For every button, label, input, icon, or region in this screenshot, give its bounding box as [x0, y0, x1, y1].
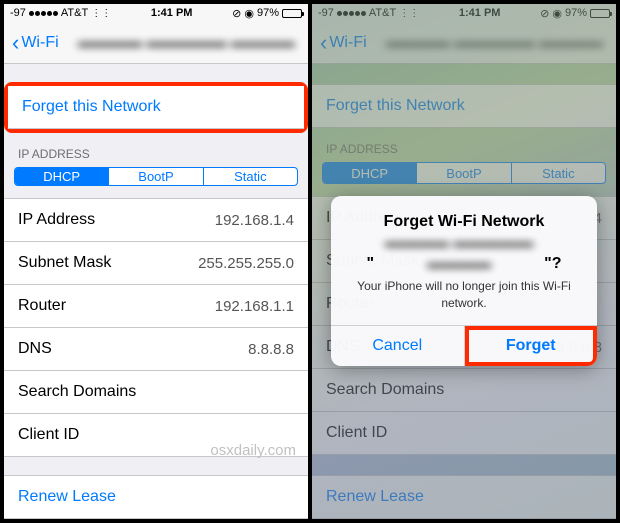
row-client-id[interactable]: Client ID — [312, 412, 616, 455]
phone-left: -97 AT&T ⋮⋮ 1:41 PM ⊘ ◉ 97% ‹ Wi-Fi ▬▬▬▬… — [4, 4, 308, 519]
battery-percent: 97% — [257, 7, 279, 19]
section-header-ip: IP ADDRESS — [312, 128, 616, 162]
row-subnet-mask: Subnet Mask 255.255.255.0 — [4, 242, 308, 285]
back-label: Wi-Fi — [329, 34, 366, 52]
phone-right: -97 AT&T ⋮⋮ 1:41 PM ⊘ ◉ 97% ‹ Wi-Fi ▬▬▬▬… — [312, 4, 616, 519]
row-search-domains[interactable]: Search Domains — [312, 369, 616, 412]
renew-lease-button[interactable]: Renew Lease — [4, 475, 308, 519]
chevron-left-icon: ‹ — [12, 32, 19, 54]
back-button[interactable]: ‹ Wi-Fi — [12, 32, 59, 54]
seg-dhcp[interactable]: DHCP — [15, 168, 109, 186]
alarm-icon: ⊘ — [232, 7, 241, 20]
signal-strength: -97 — [318, 7, 334, 19]
seg-static[interactable]: Static — [204, 168, 297, 186]
clock: 1:41 PM — [419, 7, 540, 19]
rotation-lock-icon: ◉ — [552, 7, 562, 20]
status-bar: -97 AT&T ⋮⋮ 1:41 PM ⊘ ◉ 97% — [312, 4, 616, 22]
row-ip-address: IP Address 192.168.1.4 — [4, 198, 308, 242]
signal-dots-icon — [29, 11, 58, 16]
row-search-domains[interactable]: Search Domains — [4, 371, 308, 414]
forget-network-button[interactable]: Forget this Network — [312, 84, 616, 128]
highlight-box: Forget this Network — [4, 82, 308, 133]
battery-percent: 97% — [565, 7, 587, 19]
seg-static[interactable]: Static — [512, 163, 605, 183]
row-dns[interactable]: DNS 8.8.8.8 — [4, 328, 308, 371]
ip-mode-segmented[interactable]: DHCP BootP Static — [14, 167, 298, 187]
clock: 1:41 PM — [111, 7, 232, 19]
battery-icon — [282, 9, 302, 18]
nav-header: ‹ Wi-Fi ▬▬▬▬ ▬▬▬▬▬ ▬▬▬▬ — [4, 22, 308, 64]
alert-cancel-button[interactable]: Cancel — [331, 326, 465, 366]
forget-network-button[interactable]: Forget this Network — [8, 86, 304, 129]
seg-bootp[interactable]: BootP — [417, 163, 511, 183]
alarm-icon: ⊘ — [540, 7, 549, 20]
carrier-label: AT&T — [369, 7, 396, 19]
signal-strength: -97 — [10, 7, 26, 19]
alert-forget-button[interactable]: Forget — [465, 326, 598, 366]
status-bar: -97 AT&T ⋮⋮ 1:41 PM ⊘ ◉ 97% — [4, 4, 308, 22]
alert-message: Your iPhone will no longer join this Wi-… — [345, 278, 583, 310]
seg-dhcp[interactable]: DHCP — [323, 163, 417, 183]
nav-header: ‹ Wi-Fi ▬▬▬▬ ▬▬▬▬▬ ▬▬▬▬ — [312, 22, 616, 64]
renew-lease-button[interactable]: Renew Lease — [312, 475, 616, 519]
row-router: Router 192.168.1.1 — [4, 285, 308, 328]
chevron-left-icon: ‹ — [320, 32, 327, 54]
back-button[interactable]: ‹ Wi-Fi — [320, 32, 367, 54]
battery-icon — [590, 9, 610, 18]
back-label: Wi-Fi — [21, 34, 58, 52]
page-title: ▬▬▬▬ ▬▬▬▬▬ ▬▬▬▬ — [78, 34, 300, 52]
alert-title: Forget Wi-Fi Network "▬▬▬▬ ▬▬▬▬▬ ▬▬▬▬"? — [345, 212, 583, 274]
wifi-icon: ⋮⋮ — [399, 8, 419, 19]
signal-dots-icon — [337, 11, 366, 16]
watermark: osxdaily.com — [210, 442, 296, 459]
section-header-ip: IP ADDRESS — [4, 133, 308, 167]
rotation-lock-icon: ◉ — [244, 7, 254, 20]
page-title: ▬▬▬▬ ▬▬▬▬▬ ▬▬▬▬ — [386, 34, 608, 52]
ip-mode-segmented[interactable]: DHCP BootP Static — [322, 162, 606, 184]
seg-bootp[interactable]: BootP — [109, 168, 203, 186]
carrier-label: AT&T — [61, 7, 88, 19]
wifi-icon: ⋮⋮ — [91, 8, 111, 19]
forget-alert: Forget Wi-Fi Network "▬▬▬▬ ▬▬▬▬▬ ▬▬▬▬"? … — [331, 196, 597, 366]
